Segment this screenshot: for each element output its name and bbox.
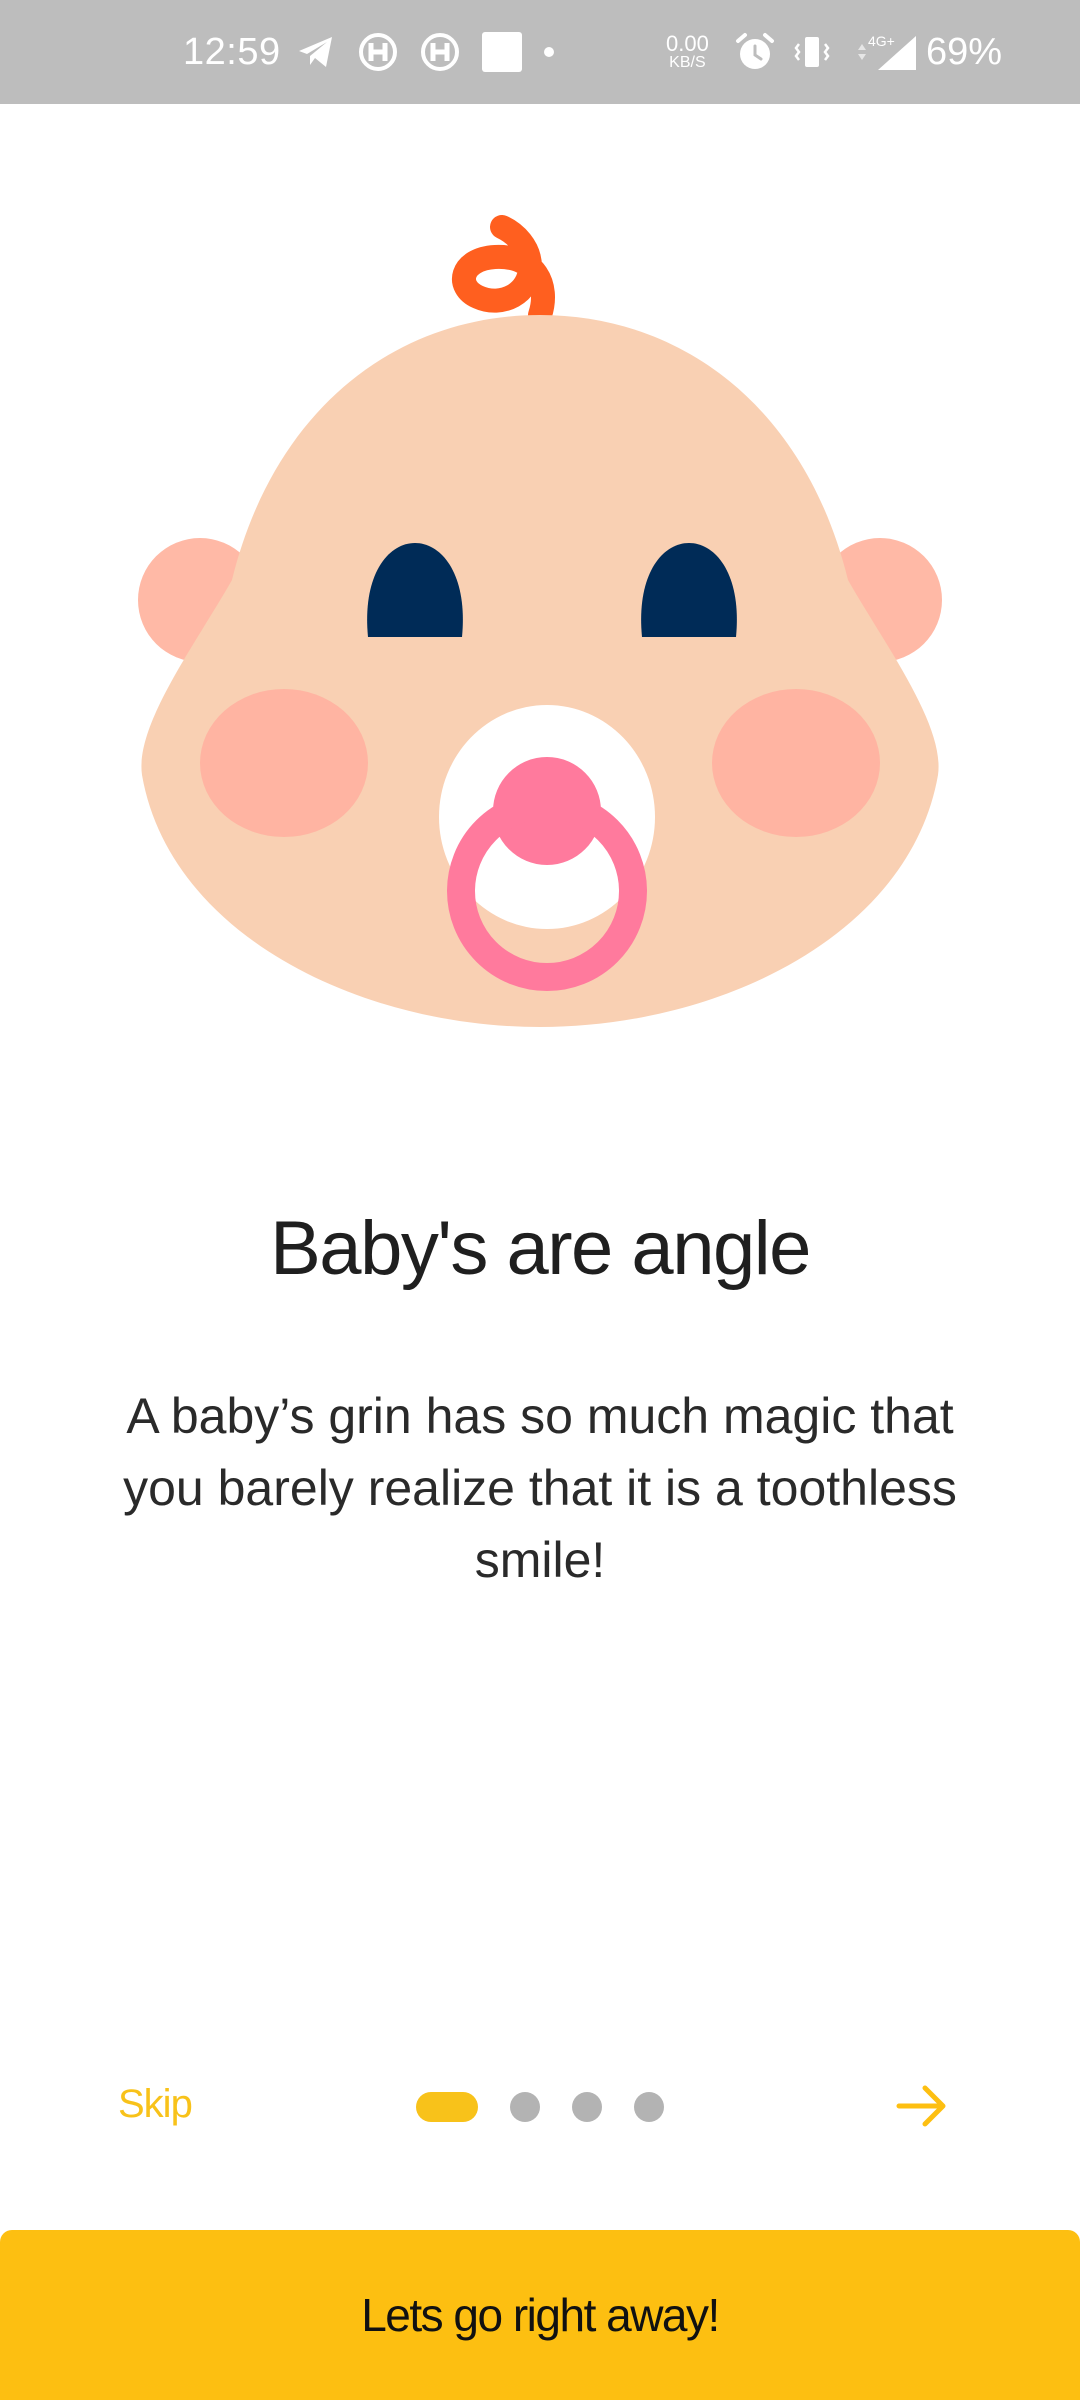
notification-dot-icon	[544, 47, 554, 57]
status-time: 12:59	[183, 30, 281, 73]
status-bar: 12:59 0.00 KB/S 4G+ 69%	[0, 0, 1080, 104]
arrow-right-icon[interactable]	[894, 2078, 950, 2134]
vibrate-icon	[794, 37, 830, 67]
alarm-icon	[736, 33, 774, 69]
network-type: 4G+	[868, 33, 895, 49]
page-dot[interactable]	[572, 2092, 602, 2122]
signal-icon: 4G+	[858, 33, 916, 70]
onboarding-description: A baby’s grin has so much magic that you…	[123, 1388, 957, 1588]
status-notification-icons	[296, 0, 554, 104]
h-app-icon	[359, 33, 397, 71]
battery-level: 69%	[926, 30, 1003, 73]
status-system-icons: 4G+	[734, 0, 920, 104]
left-cheek	[200, 689, 368, 837]
page-dot[interactable]	[510, 2092, 540, 2122]
skip-button[interactable]: Skip	[118, 2082, 193, 2127]
network-speed-value: 0.00	[666, 31, 709, 56]
network-speed-unit: KB/S	[669, 54, 706, 71]
right-cheek	[712, 689, 880, 837]
lets-go-button[interactable]: Lets go right away!	[0, 2230, 1080, 2400]
page-dot-active[interactable]	[416, 2092, 478, 2122]
page-indicator	[416, 2092, 664, 2122]
baby-illustration	[138, 215, 942, 1027]
hair-curl	[452, 215, 555, 327]
h-app-icon	[421, 33, 459, 71]
network-speed: 0.00 KB/S	[666, 0, 709, 104]
page-dot[interactable]	[634, 2092, 664, 2122]
square-app-icon	[482, 32, 522, 72]
onboarding-title: Baby's are angle	[270, 1206, 811, 1291]
telegram-icon	[299, 37, 332, 67]
